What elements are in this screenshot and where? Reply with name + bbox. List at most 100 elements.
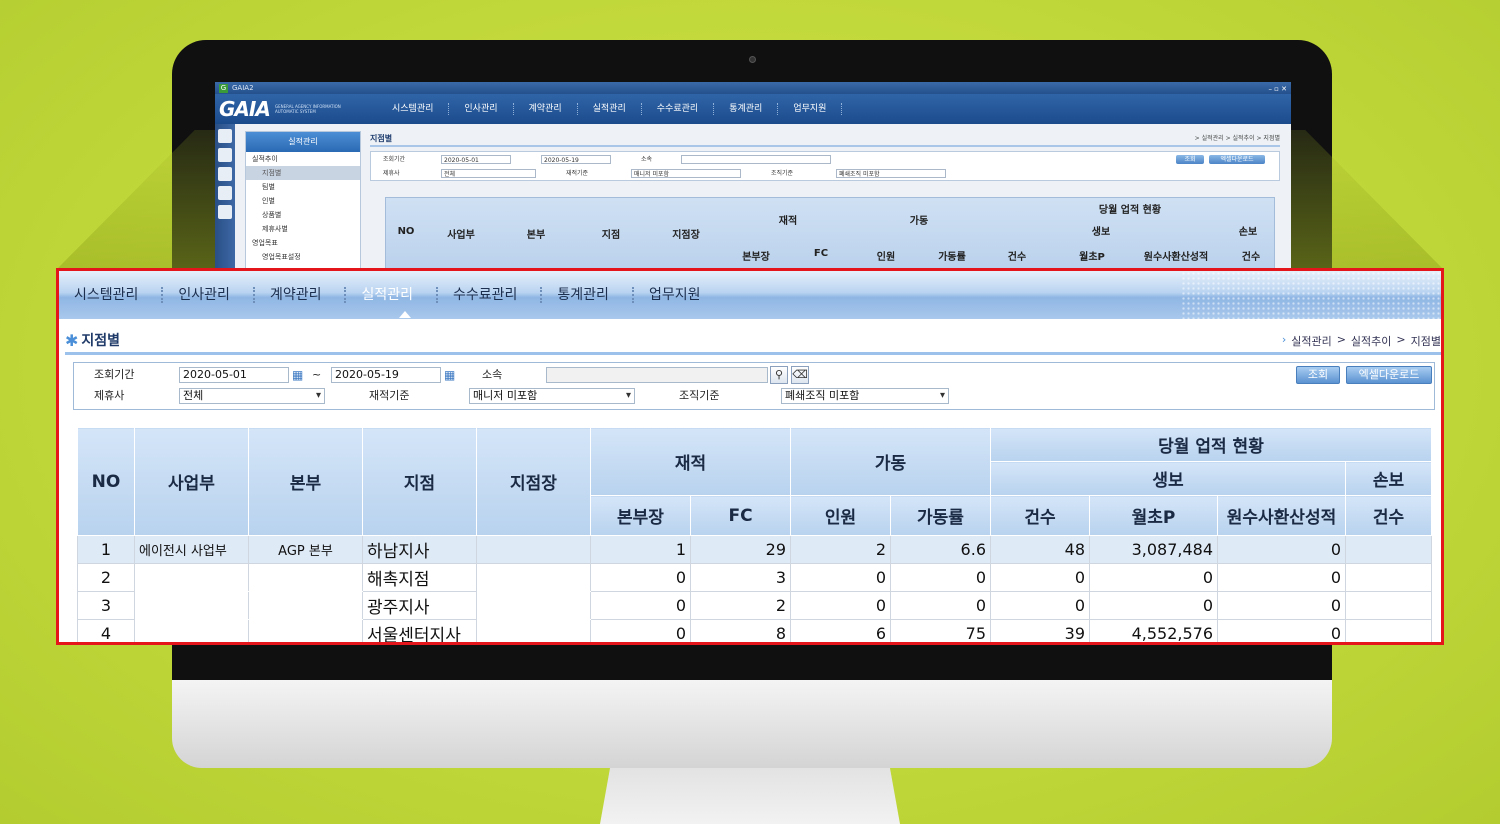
col-fc[interactable]: FC	[690, 495, 791, 536]
cell-hq-manager: 0	[590, 619, 691, 642]
small-excel-button[interactable]: 엑셀다운로드	[1209, 155, 1265, 164]
small-partner-select[interactable]: 전체	[441, 169, 536, 178]
date-from-input[interactable]: 2020-05-01	[179, 367, 289, 383]
breadcrumb-item[interactable]: 실적추이	[1351, 333, 1391, 349]
col-hq-manager[interactable]: 본부장	[590, 495, 691, 536]
branch-performance-table: NO 사업부 본부 지점 지점장 재적 가동 당월 업적 현황 생보 손보 본부…	[77, 427, 1432, 642]
breadcrumb-item[interactable]: 실적관리	[1291, 333, 1331, 349]
col-no[interactable]: NO	[77, 427, 135, 536]
menu-item-hr[interactable]: 인사관리	[449, 103, 514, 115]
table-row[interactable]: 2 해촉지점 0 3 0 0 0 0 0	[77, 563, 1432, 592]
zoom-menu-hr[interactable]: 인사관리	[163, 285, 255, 305]
small-org-basis-select[interactable]: 폐쇄조직 미포함	[836, 169, 946, 178]
nav-item-product[interactable]: 상품별	[246, 208, 360, 222]
zoom-menu-system[interactable]: 시스템관리	[59, 285, 164, 305]
cell-life-count: 0	[990, 563, 1090, 592]
small-col-active: 가동	[909, 216, 929, 227]
cell-division	[134, 563, 249, 592]
col-active-rate[interactable]: 가동률	[890, 495, 991, 536]
cell-hq-manager: 1	[590, 535, 691, 564]
nav-folder-target[interactable]: 영업목표	[246, 236, 360, 250]
small-org-basis-label: 조직기준	[771, 170, 794, 177]
cell-branch: 하남지사	[362, 535, 477, 564]
eraser-icon[interactable]: ⌫	[791, 366, 809, 384]
report-icon[interactable]	[218, 167, 232, 181]
menu-item-commission[interactable]: 수수료관리	[642, 103, 715, 115]
col-branch-manager[interactable]: 지점장	[476, 427, 591, 536]
col-life-count[interactable]: 건수	[990, 495, 1090, 536]
left-icon-bar	[215, 124, 235, 268]
breadcrumb-item[interactable]: 지점별	[1411, 333, 1441, 349]
small-org-input[interactable]	[681, 155, 831, 164]
zoom-menu-statistics[interactable]: 통계관리	[542, 285, 634, 305]
menu-item-performance[interactable]: 실적관리	[578, 103, 642, 115]
small-col-monthly-p: 월초P	[1079, 252, 1105, 263]
zoomed-detail-panel: 시스템관리 인사관리 계약관리 실적관리 수수료관리 통계관리 업무지원 ✱ 지…	[56, 268, 1444, 645]
small-page-title: 지점별	[370, 134, 393, 143]
active-menu-caret-icon	[399, 311, 411, 318]
nav-item-team[interactable]: 팀별	[246, 180, 360, 194]
cell-headcount: 6	[790, 619, 891, 642]
date-to-input[interactable]: 2020-05-19	[331, 367, 441, 383]
nav-header: 실적관리	[246, 132, 360, 152]
breadcrumb-separator: >	[1396, 333, 1406, 346]
breadcrumb-arrow-icon: ›	[1281, 333, 1287, 346]
users-icon[interactable]	[218, 186, 232, 200]
small-date-to[interactable]: 2020-05-19	[541, 155, 611, 164]
small-basis-select[interactable]: 매니저 미포함	[631, 169, 741, 178]
window-titlebar: G GAIA2 – ▫ ✕	[215, 82, 1291, 94]
calendar-icon[interactable]: ▦	[444, 367, 455, 383]
menubar-pattern	[1181, 271, 1441, 319]
cell-nonlife-count	[1345, 619, 1432, 642]
calendar-icon[interactable]: ▦	[292, 367, 303, 383]
table-row[interactable]: 3 광주지사 0 2 0 0 0 0 0	[77, 591, 1432, 620]
cell-division: 에이전시 사업부	[134, 535, 249, 564]
col-monthly-p[interactable]: 월초P	[1089, 495, 1218, 536]
small-col-monthly: 당월 업적 현황	[1098, 205, 1162, 216]
cell-active-rate: 0	[890, 563, 991, 592]
small-date-from[interactable]: 2020-05-01	[441, 155, 511, 164]
menu-item-support[interactable]: 업무지원	[778, 103, 843, 115]
table-row[interactable]: 4 서울센터지사 0 8 6 75 39 4,552,576 0	[77, 619, 1432, 642]
small-search-button[interactable]: 조회	[1176, 155, 1204, 164]
cell-hq-manager: 0	[590, 591, 691, 620]
small-period-label: 조회기간	[383, 156, 406, 163]
nav-item-branch[interactable]: 지점별	[246, 166, 360, 180]
car-icon[interactable]	[218, 148, 232, 162]
menu-item-statistics[interactable]: 통계관리	[714, 103, 779, 115]
menu-item-system[interactable]: 시스템관리	[377, 103, 450, 115]
menu-item-contract[interactable]: 계약관리	[514, 103, 578, 115]
col-headcount[interactable]: 인원	[790, 495, 891, 536]
nav-item-person[interactable]: 인별	[246, 194, 360, 208]
zoom-menu-performance[interactable]: 실적관리	[346, 285, 438, 305]
col-branch[interactable]: 지점	[362, 427, 477, 536]
search-button[interactable]: 조회	[1296, 366, 1340, 384]
excel-download-button[interactable]: 엑셀다운로드	[1346, 366, 1432, 384]
table-row[interactable]: 1 에이전시 사업부 AGP 본부 하남지사 1 29 2 6.6 48 3,0…	[77, 535, 1432, 564]
main-menu: 시스템관리 인사관리 계약관리 실적관리 수수료관리 통계관리 업무지원	[377, 103, 843, 115]
zoom-menu-contract[interactable]: 계약관리	[255, 285, 347, 305]
zoom-menu-commission[interactable]: 수수료관리	[438, 285, 543, 305]
basis-select[interactable]: 매니저 미포함	[469, 388, 635, 404]
search-icon[interactable]: ⚲	[770, 366, 788, 384]
cell-converted-score: 0	[1217, 619, 1346, 642]
small-col-fc: FC	[813, 248, 829, 259]
cell-life-count: 39	[990, 619, 1090, 642]
nav-item-partner[interactable]: 제휴사별	[246, 222, 360, 236]
col-nonlife-count[interactable]: 건수	[1345, 495, 1432, 536]
cell-monthly-p: 0	[1089, 591, 1218, 620]
org-basis-select[interactable]: 폐쇄조직 미포함	[781, 388, 949, 404]
small-col-life-count: 건수	[1007, 252, 1027, 263]
col-hq[interactable]: 본부	[248, 427, 363, 536]
home-icon[interactable]	[218, 129, 232, 143]
nav-item-target-setting[interactable]: 영업목표설정	[246, 250, 360, 264]
col-converted-score[interactable]: 원수사환산성적	[1217, 495, 1346, 536]
col-division[interactable]: 사업부	[134, 427, 249, 536]
partner-select[interactable]: 전체	[179, 388, 325, 404]
cell-active-rate: 6.6	[890, 535, 991, 564]
org-input[interactable]	[546, 367, 768, 383]
zoom-menu-support[interactable]: 업무지원	[634, 285, 726, 305]
nav-folder-trend[interactable]: 실적추이	[246, 152, 360, 166]
mail-icon[interactable]	[218, 205, 232, 219]
small-main-content: 지점별 > 실적관리 > 실적추이 > 지점별 조회기간 2020-05-01 …	[370, 131, 1280, 268]
